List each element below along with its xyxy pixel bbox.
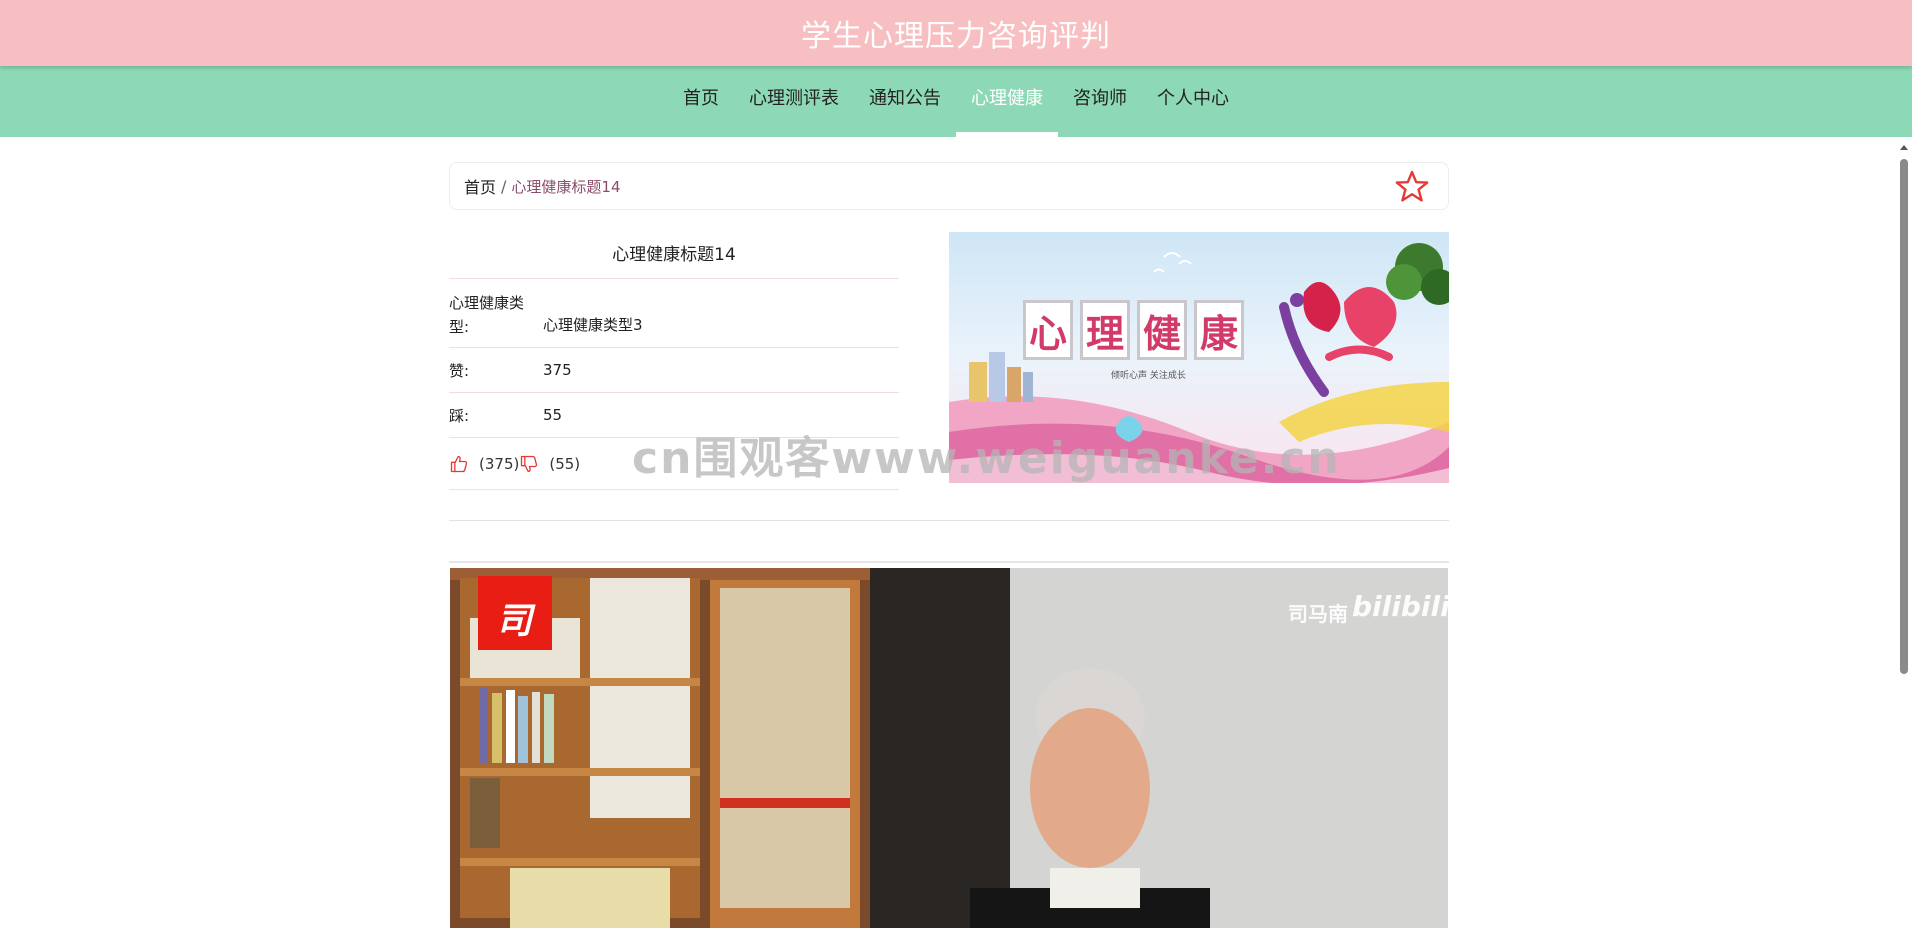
nav-item-notice[interactable]: 通知公告 [854,66,956,137]
nav-item-home[interactable]: 首页 [668,66,734,137]
scroll-up-arrow-icon[interactable] [1900,145,1908,150]
field-row-type: 心理健康类型: 心理健康类型3 [449,279,899,348]
breadcrumb-home[interactable]: 首页 [464,174,496,198]
nav-item-counselor[interactable]: 咨询师 [1058,66,1142,137]
nav-item-assessment[interactable]: 心理测评表 [734,66,854,137]
nav-item-profile[interactable]: 个人中心 [1142,66,1244,137]
field-value-dislikes: 55 [543,406,563,424]
field-row-likes: 赞: 375 [449,348,899,393]
detail-title: 心理健康标题14 [449,232,899,279]
top-banner: 学生心理压力咨询评判 [0,0,1912,66]
main-nav: 首页 心理测评表 通知公告 心理健康 咨询师 个人中心 [0,66,1912,137]
section-divider [449,561,1449,563]
section-divider [449,520,1449,521]
cover-title: 心 理 健 康 [1023,300,1244,360]
dislike-count: (55) [549,454,581,473]
channel-badge: 司 [496,601,533,642]
scroll-thumb[interactable] [1900,159,1908,674]
site-title: 学生心理压力咨询评判 [801,19,1111,54]
cover-char: 理 [1080,300,1130,360]
channel-name: 司马南 [1288,602,1348,626]
cover-subtitle: 倾听心声 关注成长 [1111,371,1186,381]
page-scrollbar[interactable] [1896,137,1912,928]
cover-char: 心 [1023,300,1073,360]
breadcrumb-current: 心理健康标题14 [511,177,621,196]
breadcrumb-separator: / [501,176,507,196]
star-outline-icon[interactable] [1394,169,1430,205]
thumbs-up-icon[interactable] [449,454,469,474]
field-label-likes: 赞: [449,361,470,380]
like-count: (375) [479,454,520,473]
cover-char: 康 [1194,300,1244,360]
field-label-dislikes: 踩: [449,406,470,425]
field-value-likes: 375 [543,361,572,379]
watermark: cn围观客www.weiguanke.cn [632,433,1341,484]
nav-item-mental-health[interactable]: 心理健康 [956,66,1058,137]
video-player[interactable]: 司 司马南 bilibili [450,568,1448,928]
thumbs-down-icon[interactable] [519,454,539,474]
breadcrumb: 首页 / 心理健康标题14 [449,162,1449,210]
platform-logo: bilibili [1352,590,1448,623]
field-value-type: 心理健康类型3 [543,316,643,334]
field-label-type: 心理健康类型: [449,294,525,336]
cover-char: 健 [1137,300,1187,360]
